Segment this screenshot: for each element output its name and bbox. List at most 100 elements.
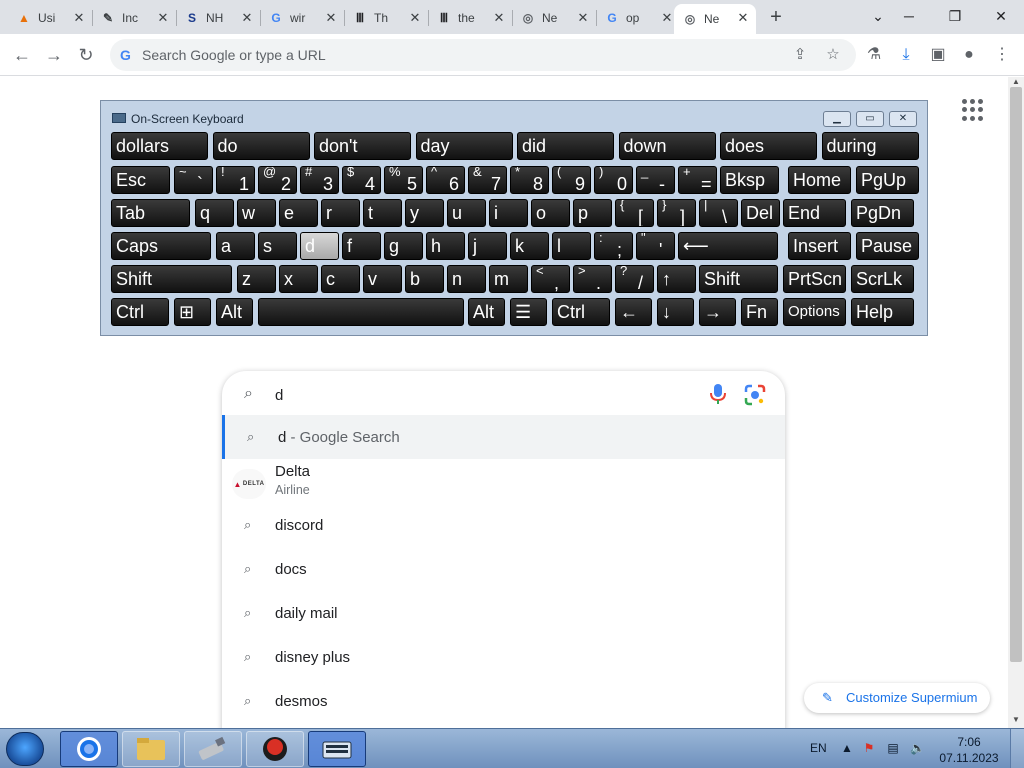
browser-tab[interactable]: ◎ Ne ✕	[674, 4, 756, 34]
key-;[interactable]: :;	[594, 232, 633, 260]
suggestion-item[interactable]: ⌕ discord	[222, 503, 785, 547]
omnibox[interactable]: G Search Google or type a URL ⇪ ☆	[110, 39, 856, 71]
key-k[interactable]: k	[510, 232, 549, 260]
close-tab-icon[interactable]: ✕	[156, 11, 170, 25]
key-=[interactable]: + =	[678, 166, 717, 194]
key-8[interactable]: * 8	[510, 166, 549, 194]
key-d[interactable]: d	[300, 232, 339, 260]
key-/[interactable]: ? /	[615, 265, 654, 293]
key-u[interactable]: u	[447, 199, 486, 227]
key-7[interactable]: & 7	[468, 166, 507, 194]
key-2[interactable]: @2	[258, 166, 297, 194]
key-tab[interactable]: Tab	[111, 199, 190, 227]
reload-icon[interactable]: ↻	[75, 44, 97, 66]
prediction-down[interactable]: down	[618, 132, 716, 160]
tab-search-chevron-icon[interactable]: ⌄	[863, 4, 893, 28]
taskbar-osk[interactable]	[308, 731, 366, 767]
tray-expand-icon[interactable]: ▲	[840, 741, 854, 755]
close-tab-icon[interactable]: ✕	[324, 11, 338, 25]
language-indicator[interactable]: EN	[810, 741, 827, 755]
browser-tab[interactable]: S NH ✕	[176, 4, 260, 32]
key-ctrl-right[interactable]: Ctrl	[552, 298, 610, 326]
key-end[interactable]: End	[783, 199, 846, 227]
key-alt-right[interactable]: Alt	[468, 298, 505, 326]
osk-maximize-icon[interactable]: ▭	[856, 111, 884, 127]
key-x[interactable]: x	[279, 265, 318, 293]
key-pause[interactable]: Pause	[856, 232, 919, 260]
key-right-arrow[interactable]: →	[699, 298, 736, 326]
volume-muted-icon[interactable]: 🔈	[910, 741, 925, 755]
close-tab-icon[interactable]: ✕	[72, 11, 86, 25]
key-l[interactable]: l	[552, 232, 591, 260]
key-left-arrow[interactable]: ←	[615, 298, 652, 326]
scroll-down-icon[interactable]: ▼	[1008, 715, 1024, 724]
browser-tab[interactable]: ▲ Usi ✕	[8, 4, 92, 32]
prediction-during[interactable]: during	[821, 132, 919, 160]
key-h[interactable]: h	[426, 232, 465, 260]
key-r[interactable]: r	[321, 199, 360, 227]
bookmark-star-icon[interactable]: ☆	[823, 45, 843, 65]
key-'[interactable]: " '	[636, 232, 675, 260]
start-button[interactable]	[6, 732, 44, 766]
key-`[interactable]: ~ `	[174, 166, 213, 194]
prediction-do[interactable]: do	[212, 132, 310, 160]
key-scrlk[interactable]: ScrLk	[851, 265, 914, 293]
suggestion-item[interactable]: ⌕ daily mail	[222, 591, 785, 635]
download-icon[interactable]: ⤓	[895, 44, 917, 66]
flag-icon[interactable]: ⚑	[862, 741, 876, 755]
share-icon[interactable]: ⇪	[790, 45, 810, 65]
taskbar-explorer[interactable]	[122, 731, 180, 767]
close-tab-icon[interactable]: ✕	[492, 11, 506, 25]
minimize-icon[interactable]: ─	[894, 4, 924, 28]
key-down-arrow[interactable]: ↓	[657, 298, 694, 326]
key-\[interactable]: | \	[699, 199, 738, 227]
key-g[interactable]: g	[384, 232, 423, 260]
key-c[interactable]: c	[321, 265, 360, 293]
key-ctrl[interactable]: Ctrl	[111, 298, 169, 326]
key-p[interactable]: p	[573, 199, 612, 227]
key-esc[interactable]: Esc	[111, 166, 170, 194]
key-b[interactable]: b	[405, 265, 444, 293]
key-space[interactable]	[258, 298, 464, 326]
key-[[interactable]: {[	[615, 199, 654, 227]
clock[interactable]: 7:06 07.11.2023	[938, 734, 1000, 766]
key-4[interactable]: $4	[342, 166, 381, 194]
extensions-flask-icon[interactable]: ⚗	[863, 44, 885, 66]
taskbar-app-red[interactable]	[246, 731, 304, 767]
osk-close-icon[interactable]: ✕	[889, 111, 917, 127]
key-f[interactable]: f	[342, 232, 381, 260]
prediction-dollars[interactable]: dollars	[111, 132, 208, 160]
key-y[interactable]: y	[405, 199, 444, 227]
suggestion-item[interactable]: ⌕ docs	[222, 547, 785, 591]
key-n[interactable]: n	[447, 265, 486, 293]
close-tab-icon[interactable]: ✕	[408, 11, 422, 25]
back-arrow-icon[interactable]: ←	[11, 44, 33, 66]
forward-arrow-icon[interactable]: →	[43, 44, 65, 66]
key-pgup[interactable]: PgUp	[856, 166, 919, 194]
microphone-icon[interactable]	[708, 383, 728, 405]
key-0[interactable]: ) 0	[594, 166, 633, 194]
key-][interactable]: }]	[657, 199, 696, 227]
key-pgdn[interactable]: PgDn	[851, 199, 914, 227]
key-insert[interactable]: Insert	[788, 232, 851, 260]
show-desktop-button[interactable]	[1010, 729, 1024, 768]
key-q[interactable]: q	[195, 199, 234, 227]
profile-avatar-icon[interactable]: ●	[958, 44, 980, 66]
network-icon[interactable]: ▤	[886, 741, 900, 755]
scroll-up-icon[interactable]: ▲	[1008, 77, 1024, 86]
key-,[interactable]: <,	[531, 265, 570, 293]
key-6[interactable]: ^ 6	[426, 166, 465, 194]
restore-icon[interactable]: ❐	[940, 4, 970, 28]
browser-tab[interactable]: Gop ✕	[596, 4, 680, 32]
key-t[interactable]: t	[363, 199, 402, 227]
close-tab-icon[interactable]: ✕	[240, 11, 254, 25]
key-1[interactable]: ! 1	[216, 166, 255, 194]
google-apps-icon[interactable]	[962, 99, 984, 121]
key-help[interactable]: Help	[851, 298, 914, 326]
page-scrollbar[interactable]: ▲ ▼	[1008, 77, 1024, 728]
key-.[interactable]: >.	[573, 265, 612, 293]
key-caps[interactable]: Caps	[111, 232, 211, 260]
key-9[interactable]: (9	[552, 166, 591, 194]
suggestion-item[interactable]: ⌕ d - Google Search	[222, 415, 785, 459]
osk-minimize-icon[interactable]: ▁	[823, 111, 851, 127]
